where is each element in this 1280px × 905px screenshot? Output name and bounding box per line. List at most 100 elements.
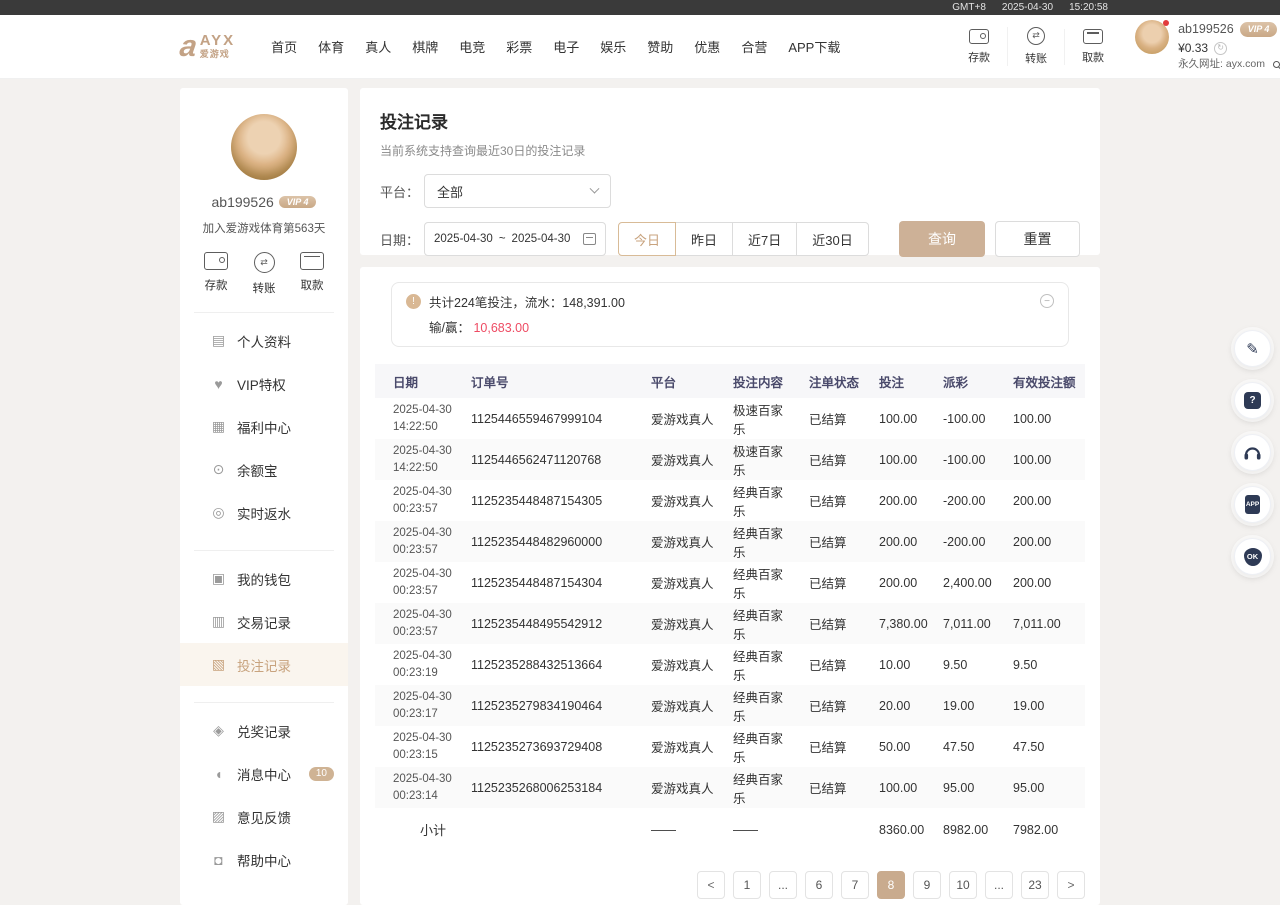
reset-button[interactable]: 重置 <box>995 221 1080 257</box>
float-button-faq[interactable]: ? <box>1234 382 1271 419</box>
cell-date-day: 2025-04-30 <box>393 566 453 583</box>
cell-date-time: 00:23:57 <box>393 624 453 641</box>
nav-item-8[interactable]: 娱乐 <box>600 37 626 56</box>
cell-bet-content: 极速百家乐 <box>715 400 791 438</box>
summary-box: ! 共计224笔投注，流水：148,391.00 输/赢： 10,683.00 … <box>391 282 1069 347</box>
cell-bet-content: 极速百家乐 <box>715 441 791 479</box>
transfer-icon <box>1027 27 1045 45</box>
nav-item-3[interactable]: 真人 <box>365 37 391 56</box>
feedback-icon: ▨ <box>210 808 227 825</box>
avatar[interactable] <box>1135 20 1169 54</box>
sidebar-action-withdraw-card[interactable]: 取款 <box>300 252 324 296</box>
nav-item-12[interactable]: APP下载 <box>788 37 840 56</box>
refresh-balance-icon[interactable]: ↻ <box>1214 42 1227 55</box>
sidebar-item-id-card[interactable]: ▤个人资料 <box>180 319 348 362</box>
search-button[interactable]: 查询 <box>899 221 985 257</box>
sidebar-item-yuebao[interactable]: ⊙余额宝 <box>180 448 348 491</box>
cell-date-time: 14:22:50 <box>393 419 453 436</box>
table-row: 2025-04-3000:23:191125235288432513664爱游戏… <box>375 644 1085 685</box>
cell-date-day: 2025-04-30 <box>393 689 453 706</box>
header-action-transfer[interactable]: 转账 <box>1007 27 1064 66</box>
sidebar-item-bet-record[interactable]: ▧投注记录 <box>180 643 348 686</box>
sidebar-item-help[interactable]: ◘帮助中心 <box>180 838 348 881</box>
search-icon[interactable] <box>1273 61 1280 68</box>
float-button-ok-shield[interactable]: OK <box>1234 538 1271 575</box>
date-range-input[interactable]: 2025-04-30 ~ 2025-04-30 <box>424 222 606 256</box>
cell-status: 已结算 <box>791 532 861 551</box>
cell-date-day: 2025-04-30 <box>393 648 453 665</box>
nav-item-6[interactable]: 彩票 <box>506 37 532 56</box>
cell-bet-content: 经典百家乐 <box>715 564 791 602</box>
cell-date: 2025-04-3000:23:57 <box>375 525 453 558</box>
float-button-service-headset[interactable] <box>1234 434 1271 471</box>
nav-item-11[interactable]: 合营 <box>741 37 767 56</box>
page-button-7[interactable]: 7 <box>841 871 869 899</box>
sidebar-item-label: 意见反馈 <box>237 807 291 827</box>
nav-item-10[interactable]: 优惠 <box>694 37 720 56</box>
nav-item-2[interactable]: 体育 <box>318 37 344 56</box>
cell-bet-amount: 50.00 <box>861 740 925 754</box>
header-quick-actions: 存款转账取款 <box>951 27 1121 66</box>
subtotal-label: 小计 <box>375 820 453 839</box>
page-button-8[interactable]: 8 <box>877 871 905 899</box>
quick-range-近30日[interactable]: 近30日 <box>796 222 868 256</box>
cell-date-day: 2025-04-30 <box>393 771 453 788</box>
cell-bet-amount: 200.00 <box>861 576 925 590</box>
cell-payout: 9.50 <box>925 658 995 672</box>
pagination: <1... 6789 10... 23 > <box>375 871 1085 899</box>
sidebar-item-transaction[interactable]: ▥交易记录 <box>180 600 348 643</box>
sidebar-item-my-wallet[interactable]: ▣我的钱包 <box>180 557 348 600</box>
page-ellipsis[interactable]: ... <box>769 871 797 899</box>
page-button-6[interactable]: 6 <box>805 871 833 899</box>
sidebar-menu: ▤个人资料♥VIP特权▦福利中心⊙余额宝◎实时返水 ▣我的钱包▥交易记录▧投注记录… <box>180 319 348 881</box>
platform-select[interactable]: 全部 <box>424 174 611 208</box>
sidebar-item-vip[interactable]: ♥VIP特权 <box>180 362 348 405</box>
sidebar-action-label: 存款 <box>205 277 228 293</box>
quick-range-今日[interactable]: 今日 <box>618 222 676 256</box>
divider <box>194 702 334 703</box>
header-action-withdraw-card[interactable]: 取款 <box>1064 29 1121 65</box>
balance-value: ¥0.33 <box>1178 39 1208 57</box>
sidebar-username: ab199526 <box>212 194 274 210</box>
cell-bet-amount: 200.00 <box>861 494 925 508</box>
nav-item-7[interactable]: 电子 <box>553 37 579 56</box>
page-button-10[interactable]: 10 <box>949 871 977 899</box>
float-button-app-download[interactable]: APP <box>1234 486 1271 523</box>
sidebar-item-rebate[interactable]: ◎实时返水 <box>180 491 348 534</box>
date-separator: ~ <box>499 233 506 245</box>
quick-range-昨日[interactable]: 昨日 <box>675 222 733 256</box>
sidebar-action-transfer[interactable]: 转账 <box>253 252 276 296</box>
collapse-icon[interactable]: − <box>1040 294 1054 308</box>
nav-item-1[interactable]: 首页 <box>271 37 297 56</box>
quick-range-近7日[interactable]: 近7日 <box>732 222 797 256</box>
column-header: 注单状态 <box>791 372 861 391</box>
sidebar-item-welfare[interactable]: ▦福利中心 <box>180 405 348 448</box>
page-prev-button[interactable]: < <box>697 871 725 899</box>
page-button-23[interactable]: 23 <box>1021 871 1049 899</box>
header-action-wallet[interactable]: 存款 <box>951 29 1007 65</box>
page-button-9[interactable]: 9 <box>913 871 941 899</box>
page-ellipsis[interactable]: ... <box>985 871 1013 899</box>
page-button-1[interactable]: 1 <box>733 871 761 899</box>
logo[interactable]: a AYX 爱游戏 <box>180 32 235 62</box>
sidebar-action-wallet[interactable]: 存款 <box>204 252 228 296</box>
cell-status: 已结算 <box>791 614 861 633</box>
main-nav: 首页 体育 真人 棋牌 电竞 彩票 电子 娱乐 赞助 优惠 合营 APP下载 <box>271 37 840 56</box>
sidebar-item-feedback[interactable]: ▨ 意见反馈 <box>180 795 348 838</box>
cell-platform: 爱游戏真人 <box>633 655 715 674</box>
nav-item-9[interactable]: 赞助 <box>647 37 673 56</box>
float-button-survey[interactable]: ✎ <box>1234 330 1271 367</box>
avatar-large[interactable] <box>231 114 297 180</box>
nav-item-5[interactable]: 电竞 <box>459 37 485 56</box>
table-row: 2025-04-3000:23:571125235448487154305爱游戏… <box>375 480 1085 521</box>
page-next-button[interactable]: > <box>1057 871 1085 899</box>
user-box[interactable]: ab199526 VIP 4 ¥0.33 ↻ 永久网址: ayx.com <box>1135 20 1280 73</box>
cell-date-time: 00:23:17 <box>393 706 453 723</box>
cell-bet-amount: 200.00 <box>861 535 925 549</box>
cell-valid-bet: 200.00 <box>995 494 1085 508</box>
app-download-icon: APP <box>1245 495 1260 514</box>
sidebar-item-label: 福利中心 <box>237 417 291 437</box>
sidebar-item-message[interactable]: ◖消息中心10 <box>180 752 348 795</box>
sidebar-item-prize[interactable]: ◈兑奖记录 <box>180 709 348 752</box>
nav-item-4[interactable]: 棋牌 <box>412 37 438 56</box>
